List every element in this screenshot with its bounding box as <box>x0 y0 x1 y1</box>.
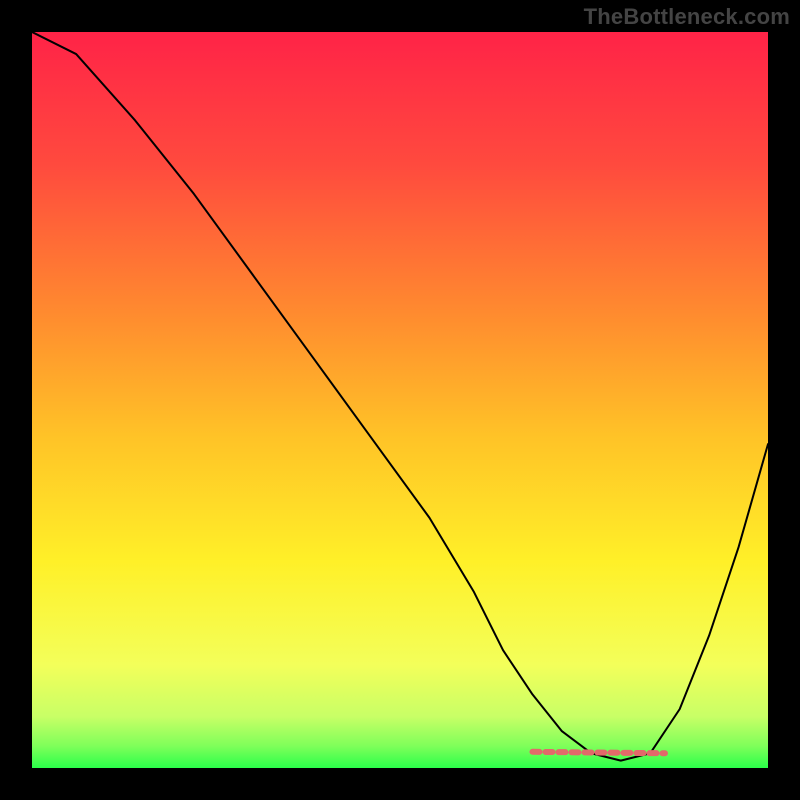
plot-area <box>32 32 768 768</box>
chart-frame: TheBottleneck.com <box>0 0 800 800</box>
chart-svg <box>32 32 768 768</box>
series-optimal-marker <box>532 752 664 753</box>
gradient-rect <box>32 32 768 768</box>
watermark-text: TheBottleneck.com <box>584 4 790 30</box>
